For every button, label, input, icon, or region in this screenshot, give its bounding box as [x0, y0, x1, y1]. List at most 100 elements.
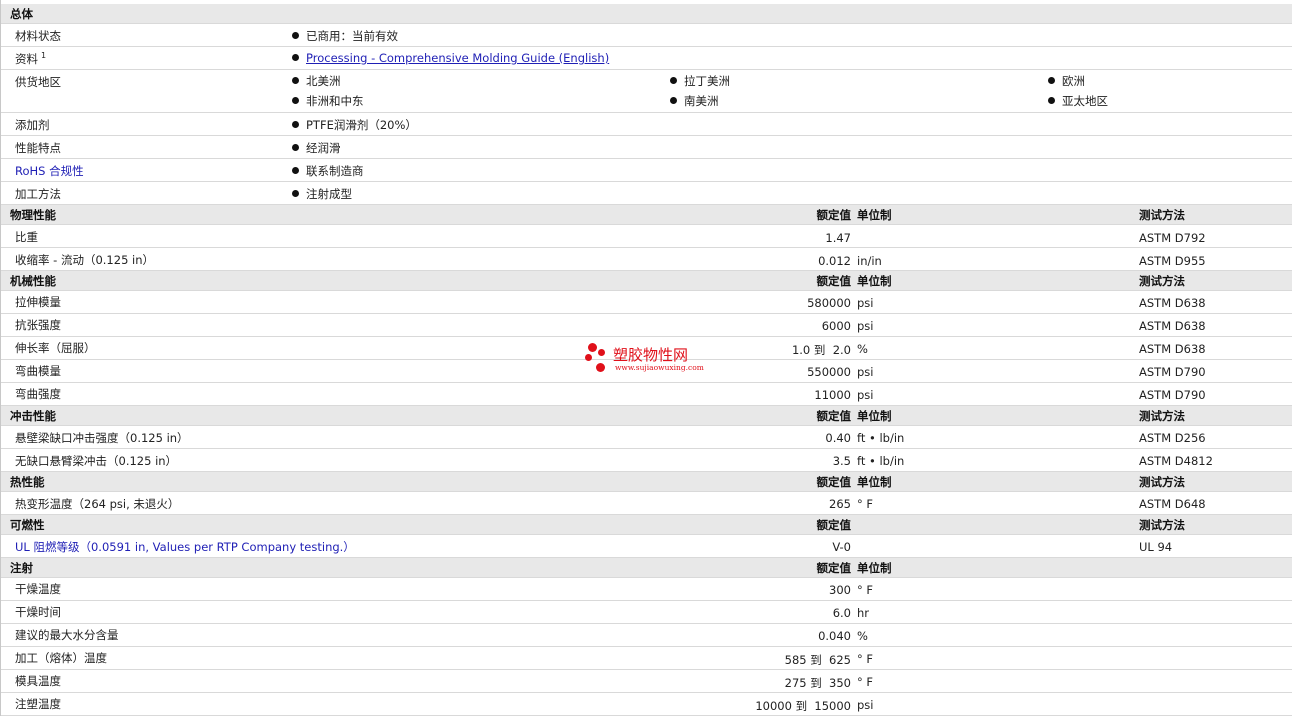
- table-row: 干燥温度 300 ° F: [1, 578, 1292, 601]
- row-unit: ° F: [857, 497, 874, 511]
- region-item: 南美洲: [670, 93, 719, 109]
- row-label: 干燥时间: [15, 605, 61, 619]
- row-label: 加工（熔体）温度: [15, 651, 107, 665]
- row-unit: ° F: [857, 652, 874, 666]
- column-header-test: 测试方法: [1139, 409, 1185, 423]
- bullet-icon: [292, 54, 299, 61]
- region-item: 非洲和中东: [292, 93, 364, 109]
- row-value: 3.5: [832, 454, 851, 468]
- row-value: 1.0 到 2.0: [791, 343, 851, 357]
- column-header-test: 测试方法: [1139, 274, 1185, 288]
- row-process: 加工方法 注射成型: [1, 182, 1292, 205]
- section-title: 热性能: [10, 475, 45, 489]
- row-label: 拉伸模量: [15, 295, 61, 309]
- table-row: 模具温度 275 到 350 ° F: [1, 670, 1292, 693]
- row-features: 性能特点 经润滑: [1, 136, 1292, 159]
- bullet-icon: [292, 97, 299, 104]
- row-unit: %: [857, 629, 868, 643]
- table-row: 注塑温度 10000 到 15000 psi: [1, 693, 1292, 716]
- row-label: 抗张强度: [15, 318, 61, 332]
- rohs-label[interactable]: RoHS 合规性: [15, 163, 84, 179]
- row-label: 供货地区: [15, 75, 61, 89]
- row-label: 添加剂: [15, 118, 50, 132]
- row-unit: hr: [857, 606, 870, 620]
- bullet-icon: [1048, 97, 1055, 104]
- row-label: 加工方法: [15, 187, 61, 201]
- section-title: 总体: [10, 7, 33, 21]
- row-unit: psi: [857, 388, 874, 402]
- row-label: 悬壁梁缺口冲击强度（0.125 in）: [15, 431, 189, 445]
- section-title: 冲击性能: [10, 409, 56, 423]
- column-header-unit: 单位制: [857, 274, 892, 288]
- table-row: 比重 1.47 ASTM D792: [1, 225, 1292, 248]
- row-unit: psi: [857, 698, 874, 712]
- row-additive: 添加剂 PTFE润滑剂（20%）: [1, 113, 1292, 136]
- row-label: 比重: [15, 230, 38, 244]
- section-title: 机械性能: [10, 274, 56, 288]
- bullet-icon: [292, 32, 299, 39]
- section-title: 物理性能: [10, 208, 56, 222]
- column-header-rated: 额定值: [816, 518, 852, 532]
- table-row: 抗张强度 6000 psi ASTM D638: [1, 314, 1292, 337]
- row-unit: psi: [857, 365, 874, 379]
- row-value: 6.0: [832, 606, 851, 620]
- bullet-icon: [670, 97, 677, 104]
- row-test-method: ASTM D648: [1139, 497, 1206, 511]
- row-value: 11000: [814, 388, 851, 402]
- region-item: 欧洲: [1048, 73, 1085, 89]
- row-label: 建议的最大水分含量: [15, 628, 119, 642]
- row-unit: in/in: [857, 254, 882, 268]
- ul-rating-label[interactable]: UL 阻燃等级（0.0591 in, Values per RTP Compan…: [15, 539, 355, 555]
- row-unit: ° F: [857, 675, 874, 689]
- table-row: 加工（熔体）温度 585 到 625 ° F: [1, 647, 1292, 670]
- column-header-test: 测试方法: [1139, 208, 1185, 222]
- section-header-flammability: 可燃性 额定值 测试方法: [1, 515, 1292, 535]
- bullet-icon: [292, 77, 299, 84]
- row-value: 275 到 350: [784, 676, 851, 690]
- datasheet-table: 总体 材料状态 已商用：当前有效 资料 1 Processing - Compre…: [0, 0, 1292, 716]
- row-label: 热变形温度（264 psi, 未退火）: [15, 497, 180, 511]
- region-item: 拉丁美洲: [670, 73, 730, 89]
- row-unit: %: [857, 342, 868, 356]
- section-header-mechanical: 机械性能 额定值 单位制 测试方法: [1, 271, 1292, 291]
- molding-guide-link[interactable]: Processing - Comprehensive Molding Guide…: [306, 51, 609, 65]
- section-header-physical: 物理性能 额定值 单位制 测试方法: [1, 205, 1292, 225]
- bullet-icon: [292, 144, 299, 151]
- row-unit: ° F: [857, 583, 874, 597]
- region-item: 北美洲: [292, 73, 341, 89]
- row-label: 资料 1: [15, 51, 47, 66]
- table-row: 干燥时间 6.0 hr: [1, 601, 1292, 624]
- watermark-dot: [585, 354, 592, 361]
- table-row: 无缺口悬臂梁冲击（0.125 in） 3.5 ft • lb/in ASTM D…: [1, 449, 1292, 472]
- column-header-rated: 额定值: [816, 409, 852, 423]
- row-test-method: ASTM D4812: [1139, 454, 1213, 468]
- row-value: 300: [829, 583, 851, 597]
- bullet-icon: [292, 167, 299, 174]
- section-header-general: 总体: [1, 4, 1292, 24]
- section-header-impact: 冲击性能 额定值 单位制 测试方法: [1, 406, 1292, 426]
- region-item: 亚太地区: [1048, 93, 1108, 109]
- row-value: 10000 到 15000: [755, 699, 851, 713]
- section-header-thermal: 热性能 额定值 单位制 测试方法: [1, 472, 1292, 492]
- watermark-dot: [598, 349, 605, 356]
- row-value: 0.040: [818, 629, 851, 643]
- row-value: 580000: [807, 296, 851, 310]
- section-title: 可燃性: [10, 518, 45, 532]
- row-label: 性能特点: [15, 141, 61, 155]
- row-value: 265: [829, 497, 851, 511]
- table-row: 收缩率 - 流动（0.125 in） 0.012 in/in ASTM D955: [1, 248, 1292, 271]
- column-header-test: 测试方法: [1139, 475, 1185, 489]
- table-row: 建议的最大水分含量 0.040 %: [1, 624, 1292, 647]
- row-unit: psi: [857, 319, 874, 333]
- row-test-method: ASTM D256: [1139, 431, 1206, 445]
- table-row: 悬壁梁缺口冲击强度（0.125 in） 0.40 ft • lb/in ASTM…: [1, 426, 1292, 449]
- row-test-method: ASTM D955: [1139, 254, 1206, 268]
- watermark-url: www.sujiaowuxing.com: [615, 363, 704, 372]
- row-test-method: UL 94: [1139, 540, 1173, 554]
- column-header-rated: 额定值: [816, 208, 852, 222]
- column-header-rated: 额定值: [816, 475, 852, 489]
- bullet-icon: [1048, 77, 1055, 84]
- row-test-method: ASTM D792: [1139, 231, 1206, 245]
- row-unit: ft • lb/in: [857, 454, 905, 468]
- column-header-rated: 额定值: [816, 561, 852, 575]
